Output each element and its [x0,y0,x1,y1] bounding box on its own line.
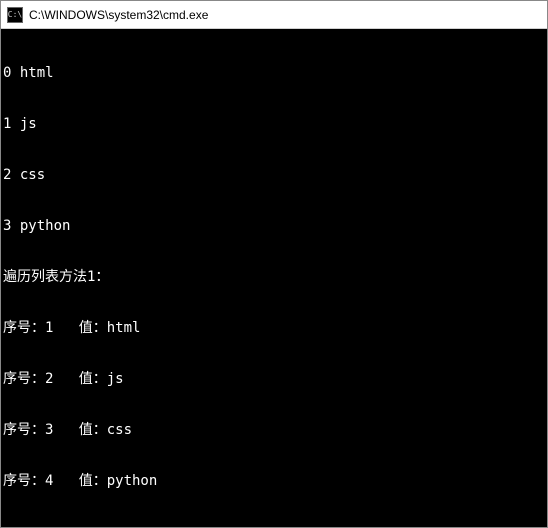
console-line: 0 html [3,65,547,82]
window-title: C:\WINDOWS\system32\cmd.exe [29,8,208,22]
console-line: 序号：1 值：html [3,320,547,337]
cmd-icon-label: C:\ [8,11,22,19]
console-line: 1 js [3,116,547,133]
cmd-window: C:\ C:\WINDOWS\system32\cmd.exe 0 html 1… [0,0,548,528]
console-line: 3 python [3,218,547,235]
console-line: 序号：2 值：js [3,371,547,388]
cmd-icon: C:\ [7,7,23,23]
console-line: 遍历列表方法1： [3,269,547,286]
console-line: 2 css [3,167,547,184]
console-output[interactable]: 0 html 1 js 2 css 3 python 遍历列表方法1： 序号：1… [1,29,547,527]
console-line: 序号：3 值：css [3,422,547,439]
title-bar[interactable]: C:\ C:\WINDOWS\system32\cmd.exe [1,1,547,29]
console-line: 序号：4 值：python [3,473,547,490]
